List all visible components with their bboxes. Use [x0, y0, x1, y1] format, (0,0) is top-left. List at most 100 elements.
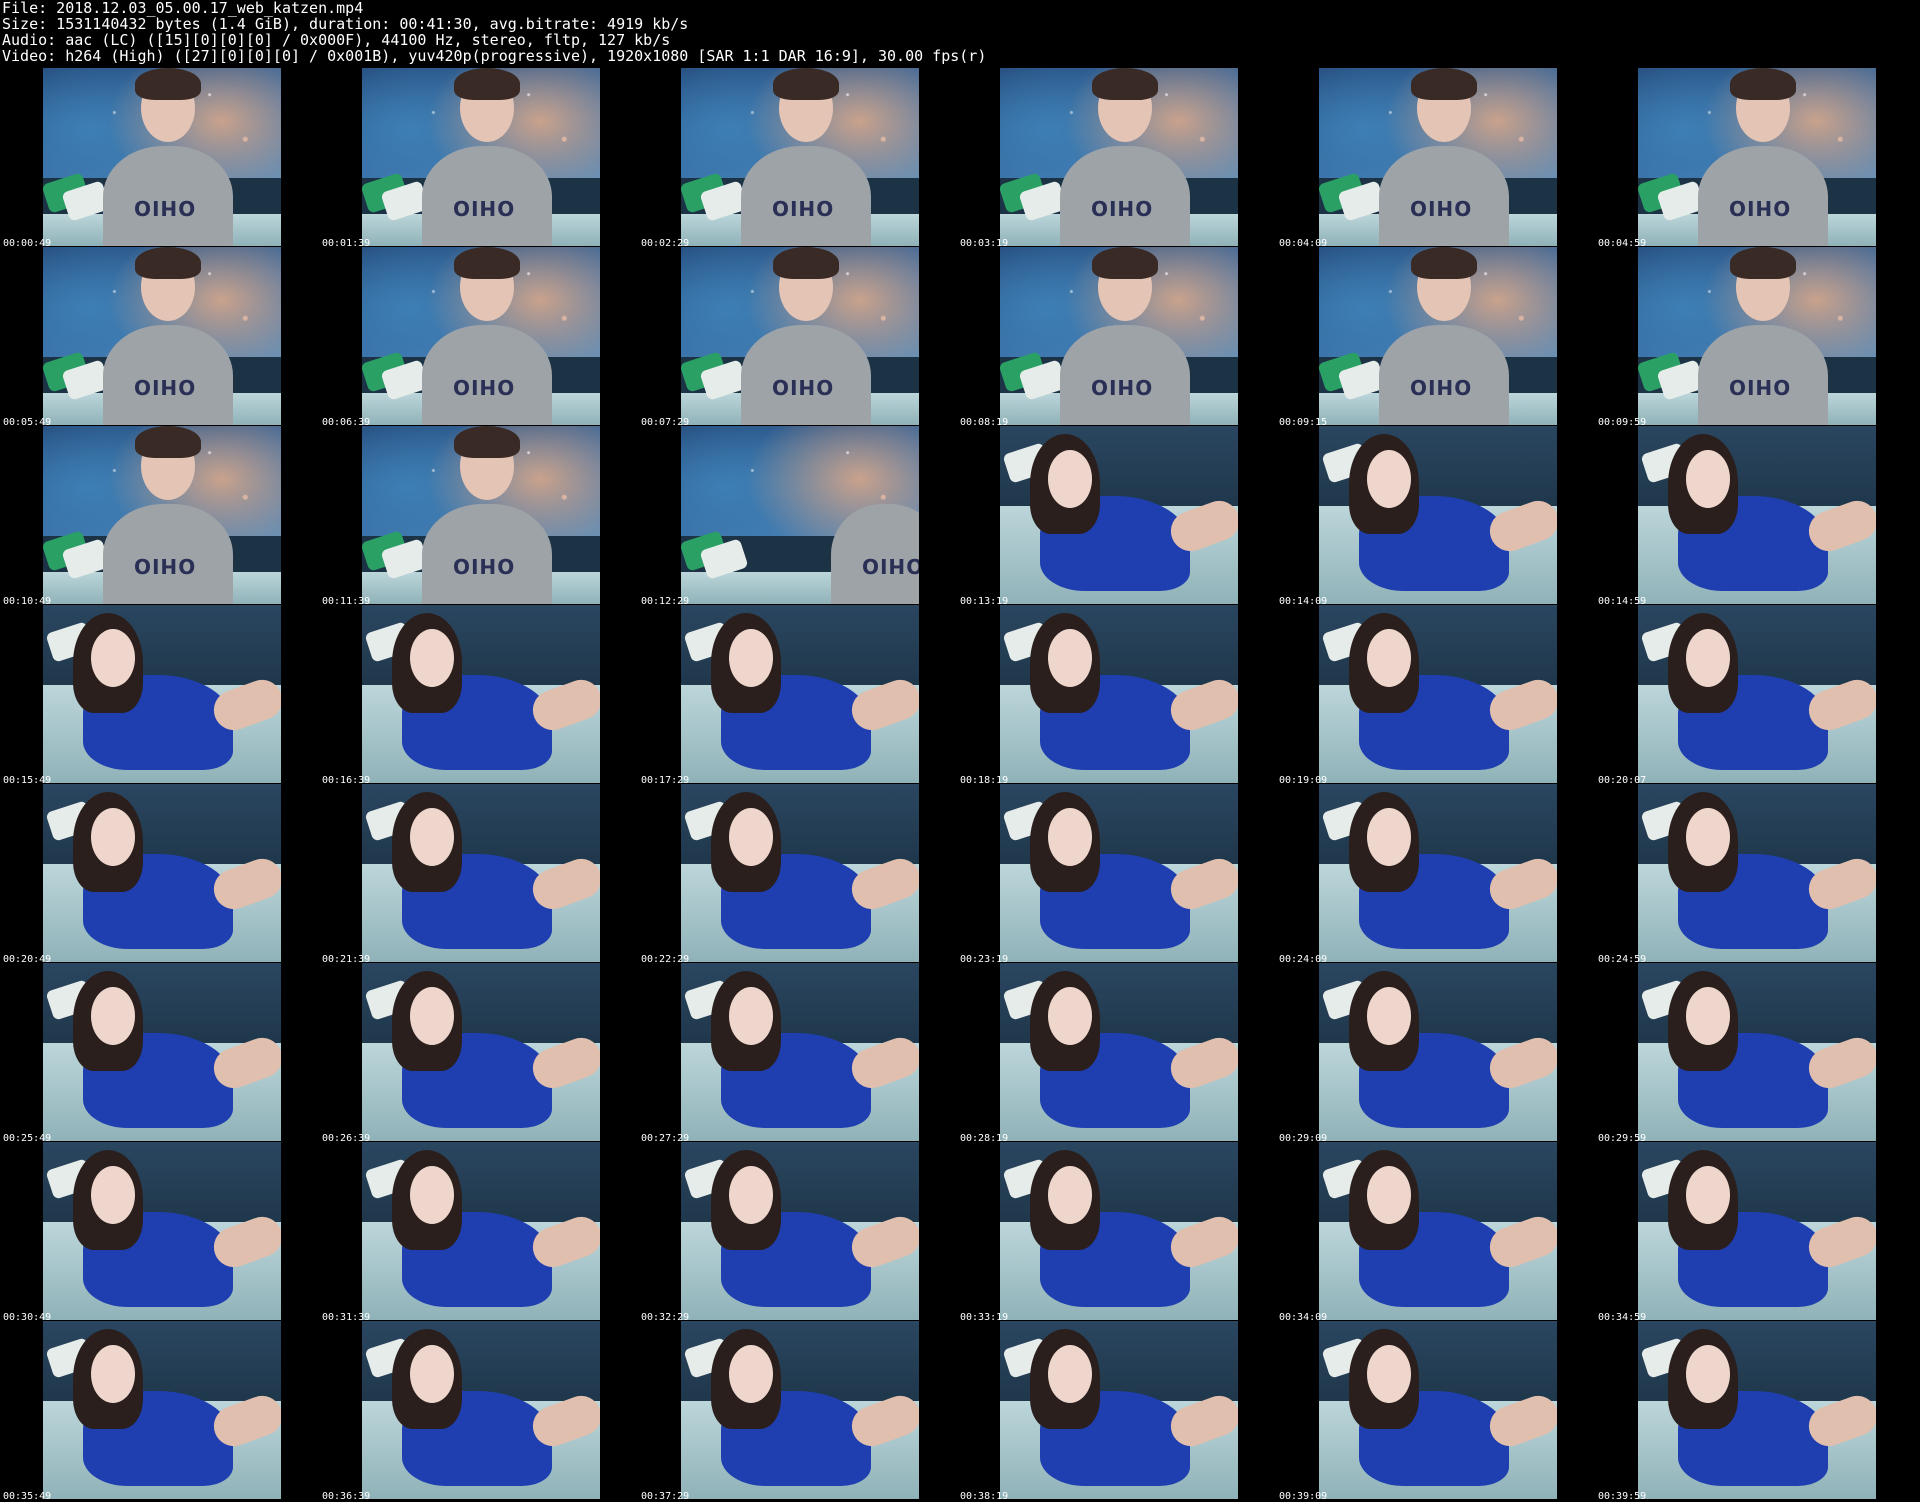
video-frame-thumbnail — [1000, 963, 1238, 1141]
thumbnail-cell: OHIO 00:04:59 — [1595, 68, 1914, 249]
thumbnail-cell: 00:29:09 — [1276, 963, 1595, 1144]
video-frame-thumbnail: OHIO — [43, 68, 281, 246]
video-frame-thumbnail — [681, 605, 919, 783]
thumbnail-cell: 00:24:09 — [1276, 784, 1595, 965]
video-frame-thumbnail — [681, 963, 919, 1141]
video-frame-thumbnail — [362, 605, 600, 783]
thumbnail-cell: OHIO 00:12:29 — [638, 426, 957, 607]
video-frame-thumbnail — [1638, 1321, 1876, 1499]
thumbnail-cell: OHIO 00:09:59 — [1595, 247, 1914, 428]
shirt-text: OHIO — [1728, 196, 1791, 220]
file-info-header: File: 2018.12.03_05.00.17_web_katzen.mp4… — [2, 0, 986, 64]
shirt-text: OHIO — [1409, 196, 1472, 220]
thumbnail-cell: OHIO 00:06:39 — [319, 247, 638, 428]
video-frame-thumbnail — [681, 1142, 919, 1320]
video-frame-thumbnail: OHIO — [681, 247, 919, 425]
video-line: Video: h264 (High) ([27][0][0][0] / 0x00… — [2, 47, 987, 65]
video-frame-thumbnail — [1638, 426, 1876, 604]
size-line: Size: 1531140432 bytes (1.4 GiB), durati… — [2, 15, 689, 33]
thumbnail-cell: 00:30:49 — [0, 1142, 319, 1323]
video-frame-thumbnail: OHIO — [681, 68, 919, 246]
video-frame-thumbnail — [1000, 1321, 1238, 1499]
thumbnail-cell: 00:31:39 — [319, 1142, 638, 1323]
thumbnail-cell: 00:27:29 — [638, 963, 957, 1144]
thumbnail-cell: 00:36:39 — [319, 1321, 638, 1502]
thumbnail-cell: OHIO 00:05:49 — [0, 247, 319, 428]
thumbnail-cell: 00:17:29 — [638, 605, 957, 786]
video-frame-thumbnail: OHIO — [1638, 247, 1876, 425]
video-frame-thumbnail: OHIO — [362, 247, 600, 425]
video-frame-thumbnail — [43, 963, 281, 1141]
shirt-text: OHIO — [133, 375, 196, 399]
video-frame-thumbnail: OHIO — [43, 247, 281, 425]
thumbnail-cell: 00:23:19 — [957, 784, 1276, 965]
thumbnail-cell: 00:33:19 — [957, 1142, 1276, 1323]
thumbnail-cell: 00:22:29 — [638, 784, 957, 965]
shirt-text: OHIO — [771, 196, 834, 220]
thumbnail-cell: OHIO 00:04:09 — [1276, 68, 1595, 249]
video-frame-thumbnail — [1638, 784, 1876, 962]
thumbnail-cell: 00:28:19 — [957, 963, 1276, 1144]
shirt-text: OHIO — [861, 554, 919, 578]
thumbnail-cell: 00:13:19 — [957, 426, 1276, 607]
video-frame-thumbnail — [1319, 605, 1557, 783]
thumbnail-cell: 00:14:09 — [1276, 426, 1595, 607]
thumbnail-cell: 00:19:09 — [1276, 605, 1595, 786]
thumbnail-cell: 00:37:29 — [638, 1321, 957, 1502]
thumbnail-cell: 00:20:49 — [0, 784, 319, 965]
audio-line: Audio: aac (LC) ([15][0][0][0] / 0x000F)… — [2, 31, 671, 49]
shirt-text: OHIO — [452, 196, 515, 220]
video-frame-thumbnail: OHIO — [681, 426, 919, 604]
video-frame-thumbnail — [681, 1321, 919, 1499]
thumbnail-cell: 00:14:59 — [1595, 426, 1914, 607]
video-frame-thumbnail — [362, 1142, 600, 1320]
video-frame-thumbnail — [362, 963, 600, 1141]
video-frame-thumbnail — [362, 1321, 600, 1499]
video-frame-thumbnail — [1000, 426, 1238, 604]
video-frame-thumbnail — [1638, 605, 1876, 783]
thumbnail-cell: 00:35:49 — [0, 1321, 319, 1502]
video-frame-thumbnail: OHIO — [1319, 247, 1557, 425]
thumbnail-cell: 00:38:19 — [957, 1321, 1276, 1502]
thumbnail-cell: 00:18:19 — [957, 605, 1276, 786]
video-frame-thumbnail — [43, 1321, 281, 1499]
shirt-text: OHIO — [771, 375, 834, 399]
thumbnail-cell: 00:21:39 — [319, 784, 638, 965]
video-frame-thumbnail — [681, 784, 919, 962]
thumbnail-cell: 00:25:49 — [0, 963, 319, 1144]
shirt-text: OHIO — [133, 196, 196, 220]
video-frame-thumbnail: OHIO — [1319, 68, 1557, 246]
thumbnail-cell: OHIO 00:11:39 — [319, 426, 638, 607]
video-frame-thumbnail — [1319, 1142, 1557, 1320]
video-frame-thumbnail — [1638, 1142, 1876, 1320]
thumbnail-cell: 00:16:39 — [319, 605, 638, 786]
thumbnail-cell: 00:24:59 — [1595, 784, 1914, 965]
thumbnail-cell: OHIO 00:01:39 — [319, 68, 638, 249]
video-frame-thumbnail — [1000, 784, 1238, 962]
thumbnail-cell: OHIO 00:02:29 — [638, 68, 957, 249]
video-frame-thumbnail: OHIO — [362, 426, 600, 604]
video-frame-thumbnail: OHIO — [362, 68, 600, 246]
shirt-text: OHIO — [1409, 375, 1472, 399]
shirt-text: OHIO — [452, 554, 515, 578]
video-frame-thumbnail: OHIO — [1638, 68, 1876, 246]
thumbnail-cell: OHIO 00:00:49 — [0, 68, 319, 249]
video-frame-thumbnail — [362, 784, 600, 962]
video-frame-thumbnail — [1319, 784, 1557, 962]
thumbnail-cell: OHIO 00:03:19 — [957, 68, 1276, 249]
video-frame-thumbnail: OHIO — [43, 426, 281, 604]
thumbnail-cell: 00:34:59 — [1595, 1142, 1914, 1323]
thumbnail-cell: OHIO 00:10:49 — [0, 426, 319, 607]
video-frame-thumbnail — [1319, 426, 1557, 604]
video-frame-thumbnail — [43, 784, 281, 962]
thumbnail-cell: 00:29:59 — [1595, 963, 1914, 1144]
video-frame-thumbnail: OHIO — [1000, 247, 1238, 425]
thumbnail-cell: 00:15:49 — [0, 605, 319, 786]
video-frame-thumbnail — [43, 605, 281, 783]
shirt-text: OHIO — [452, 375, 515, 399]
shirt-text: OHIO — [1090, 196, 1153, 220]
shirt-text: OHIO — [133, 554, 196, 578]
thumbnail-cell: OHIO 00:09:15 — [1276, 247, 1595, 428]
video-frame-thumbnail: OHIO — [1000, 68, 1238, 246]
video-frame-thumbnail — [1319, 963, 1557, 1141]
